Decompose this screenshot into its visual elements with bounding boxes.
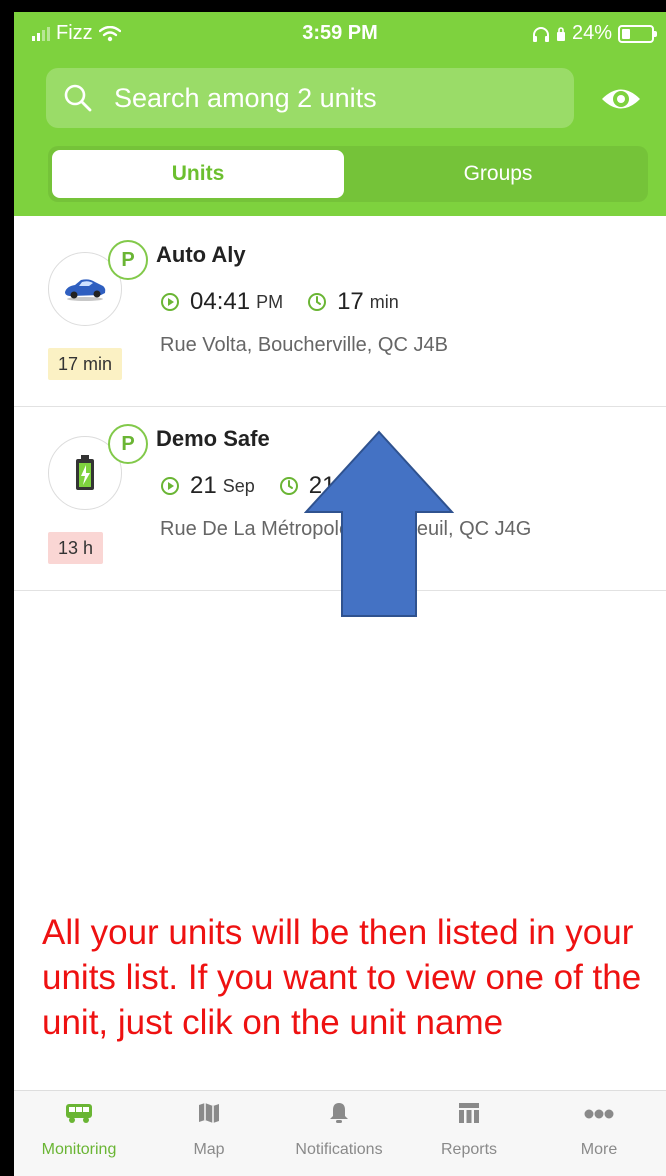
annotation-text: All your units will be then listed in yo… <box>42 913 642 1042</box>
bottom-tab-bar: Monitoring Map Notifications Reports Mor… <box>14 1090 666 1176</box>
unit-meta: 04:41 PM 17 min <box>160 288 399 316</box>
status-right: 24% <box>532 22 657 45</box>
status-bar: Fizz 3:59 PM 24% <box>14 12 666 56</box>
search-input[interactable] <box>114 68 554 128</box>
clock-icon <box>279 477 298 495</box>
more-dots-icon <box>584 1109 614 1119</box>
play-circle-icon <box>161 293 179 311</box>
battery-icon <box>618 24 657 43</box>
lock-rotation-icon <box>556 26 565 41</box>
last-time-value: 21 <box>190 472 217 499</box>
duration-value: 17 <box>337 288 364 315</box>
app-header: Fizz 3:59 PM 24% Search among 2 units Un… <box>14 12 666 216</box>
tab-label: Notifications <box>295 1141 383 1158</box>
unit-name[interactable]: Auto Aly <box>156 242 246 268</box>
unit-name[interactable]: Demo Safe <box>156 426 270 452</box>
bell-icon <box>330 1103 348 1123</box>
search-bar[interactable] <box>46 68 574 128</box>
tab-more[interactable]: More <box>534 1091 664 1176</box>
units-groups-switch: Units Groups <box>48 146 648 202</box>
last-time-value: 04:41 <box>190 288 251 315</box>
headphones-icon <box>532 26 549 42</box>
eye-icon[interactable] <box>600 78 642 120</box>
tab-map[interactable]: Map <box>144 1091 274 1176</box>
last-time-suffix: PM <box>256 291 284 312</box>
up-arrow-annotation <box>304 430 454 617</box>
last-time-suffix: Sep <box>222 475 255 496</box>
unit-row-auto-aly[interactable]: P Auto Aly 04:41 PM 17 min Rue Volta, Bo… <box>14 224 666 407</box>
tab-monitoring[interactable]: Monitoring <box>14 1091 144 1176</box>
parked-status-badge: P <box>108 424 148 464</box>
tab-label: Reports <box>440 1141 498 1158</box>
play-circle-icon <box>161 477 179 495</box>
tab-label: Map <box>193 1141 225 1158</box>
reports-icon <box>459 1103 479 1123</box>
map-icon <box>199 1103 219 1123</box>
duration-suffix: min <box>369 291 399 312</box>
unit-address: Rue Volta, Boucherville, QC J4B <box>160 334 448 356</box>
age-badge: 13 h <box>48 532 104 564</box>
tab-groups[interactable]: Groups <box>352 150 644 198</box>
tab-label: Monitoring <box>41 1141 117 1158</box>
tab-notifications[interactable]: Notifications <box>274 1091 404 1176</box>
battery-percent: 24% <box>571 22 612 44</box>
search-icon <box>64 84 92 112</box>
phone-screen: Fizz 3:59 PM 24% Search among 2 units Un… <box>14 12 666 1176</box>
tab-reports[interactable]: Reports <box>404 1091 534 1176</box>
age-badge: 17 min <box>48 348 123 380</box>
clock-icon <box>308 293 327 311</box>
parked-status-badge: P <box>108 240 148 280</box>
tab-units[interactable]: Units <box>52 150 344 198</box>
bus-icon <box>66 1104 92 1123</box>
tab-label: More <box>580 1141 618 1158</box>
